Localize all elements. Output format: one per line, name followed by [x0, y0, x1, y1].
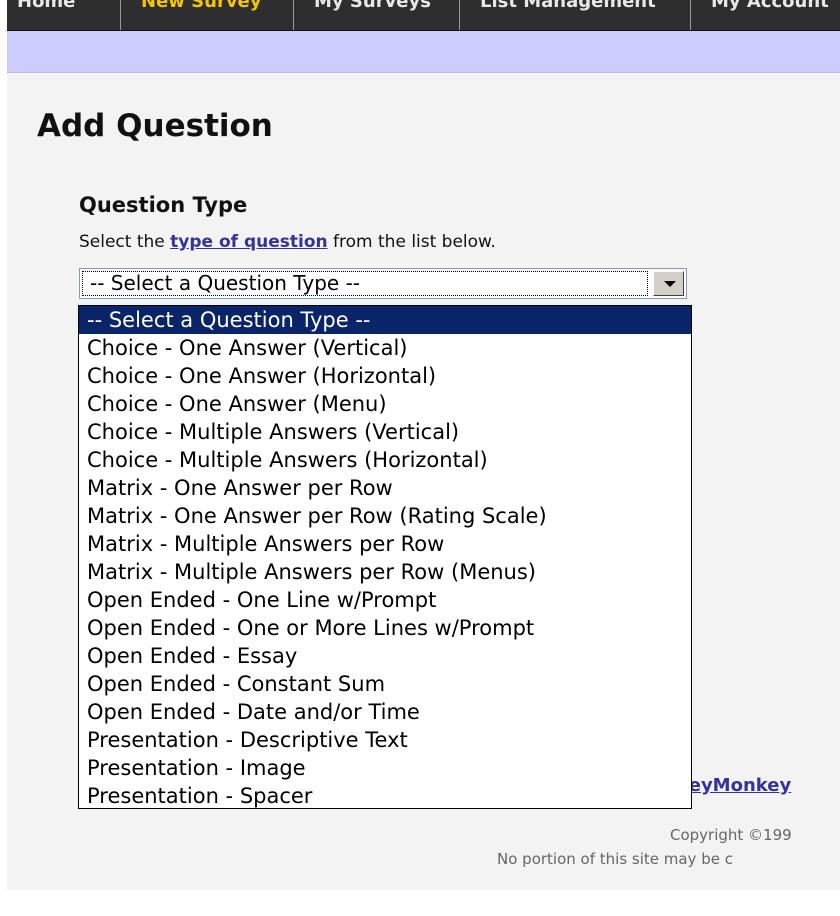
instruction-prefix: Select the: [79, 232, 171, 252]
question-type-option[interactable]: Matrix - One Answer per Row (Rating Scal…: [79, 502, 691, 530]
question-type-option[interactable]: Choice - One Answer (Vertical): [79, 334, 691, 362]
page-frame: Home New Survey My Surveys List Manageme…: [7, 0, 840, 890]
question-type-option[interactable]: Open Ended - Essay: [79, 642, 691, 670]
question-type-option[interactable]: Open Ended - One or More Lines w/Prompt: [79, 614, 691, 642]
nav-item-my-surveys[interactable]: My Surveys: [314, 0, 431, 21]
question-type-option[interactable]: Presentation - Image: [79, 754, 691, 782]
nav-item-home[interactable]: Home: [17, 0, 75, 21]
question-type-select-value: -- Select a Question Type --: [82, 271, 648, 296]
question-type-heading: Question Type: [79, 193, 248, 217]
question-type-option[interactable]: -- Select a Question Type --: [79, 306, 691, 334]
question-type-select[interactable]: -- Select a Question Type --: [79, 268, 687, 299]
page-title: Add Question: [37, 108, 273, 144]
question-type-option[interactable]: Presentation - Spacer: [79, 782, 691, 808]
question-type-option[interactable]: Presentation - Descriptive Text: [79, 726, 691, 754]
question-type-option[interactable]: Choice - Multiple Answers (Horizontal): [79, 446, 691, 474]
footer-surveymonkey-link[interactable]: veyMonkey: [677, 775, 791, 796]
top-nav: Home New Survey My Surveys List Manageme…: [7, 0, 840, 31]
question-type-option[interactable]: Matrix - Multiple Answers per Row: [79, 530, 691, 558]
question-type-option[interactable]: Matrix - Multiple Answers per Row (Menus…: [79, 558, 691, 586]
nav-separator: [293, 0, 294, 30]
question-type-option[interactable]: Open Ended - Constant Sum: [79, 670, 691, 698]
question-type-option[interactable]: Open Ended - One Line w/Prompt: [79, 586, 691, 614]
type-of-question-link[interactable]: type of question: [170, 232, 327, 252]
instruction-suffix: from the list below.: [327, 232, 496, 252]
chevron-down-icon[interactable]: [653, 271, 684, 296]
question-type-option[interactable]: Choice - Multiple Answers (Vertical): [79, 418, 691, 446]
question-type-option[interactable]: Choice - One Answer (Horizontal): [79, 362, 691, 390]
sub-nav-bar: [7, 31, 840, 73]
nav-separator: [120, 0, 121, 30]
nav-item-new-survey[interactable]: New Survey: [141, 0, 262, 21]
nav-separator: [690, 0, 691, 30]
question-type-option[interactable]: Choice - One Answer (Menu): [79, 390, 691, 418]
nav-item-my-account[interactable]: My Account: [711, 0, 829, 21]
footer-copyright: Copyright ©199: [670, 826, 792, 844]
question-type-dropdown-list[interactable]: -- Select a Question Type -- Choice - One…: [78, 305, 692, 809]
question-type-option[interactable]: Matrix - One Answer per Row: [79, 474, 691, 502]
question-type-option[interactable]: Open Ended - Date and/or Time: [79, 698, 691, 726]
nav-item-list-management[interactable]: List Management: [480, 0, 656, 21]
nav-separator: [459, 0, 460, 30]
footer-disclaimer: No portion of this site may be c: [497, 850, 733, 868]
question-type-instruction: Select the type of question from the lis…: [79, 232, 496, 252]
